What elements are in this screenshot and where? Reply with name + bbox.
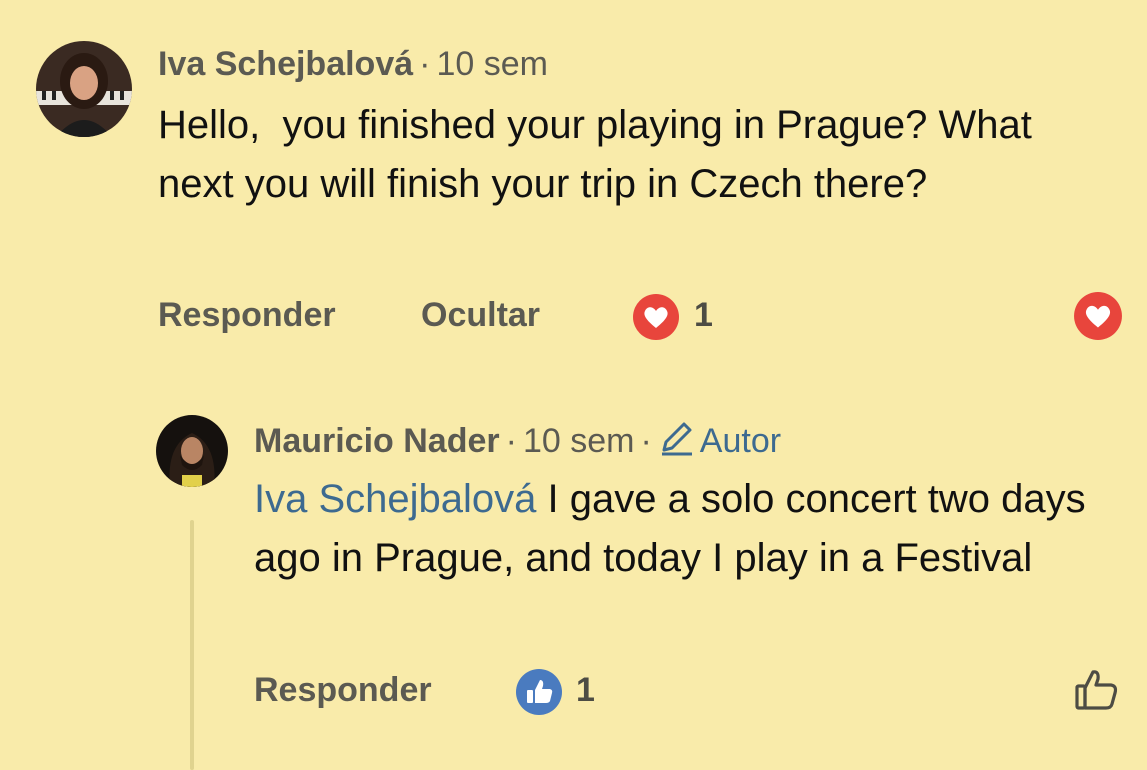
avatar[interactable] xyxy=(36,41,132,137)
timestamp[interactable]: 10 sem xyxy=(436,45,548,83)
pencil-icon xyxy=(658,420,696,465)
mention-link[interactable]: Iva Schejbalová xyxy=(254,477,536,521)
like-reaction-icon[interactable] xyxy=(515,668,563,716)
reaction-count: 1 xyxy=(576,671,595,709)
separator-dot: · xyxy=(505,422,517,460)
separator-dot: · xyxy=(419,45,431,83)
author-name[interactable]: Iva Schejbalová xyxy=(158,45,413,83)
comment-header: Mauricio Nader · 10 sem · Autor xyxy=(254,420,781,465)
heart-reaction-icon[interactable] xyxy=(632,293,680,341)
comment-header: Iva Schejbalová · 10 sem xyxy=(158,45,548,84)
separator-dot: · xyxy=(640,422,652,460)
hide-button[interactable]: Ocultar xyxy=(421,296,540,335)
like-button-icon[interactable] xyxy=(1073,666,1121,714)
author-name[interactable]: Mauricio Nader xyxy=(254,422,500,460)
timestamp[interactable]: 10 sem xyxy=(523,422,635,460)
comment-text: Hello, you finished your playing in Prag… xyxy=(158,96,1058,214)
author-badge: Autor xyxy=(699,422,782,460)
reply-button[interactable]: Responder xyxy=(158,296,336,335)
reaction-count: 1 xyxy=(694,296,713,334)
reply-button[interactable]: Responder xyxy=(254,671,432,710)
comment-body: Hello, you finished your playing in Prag… xyxy=(158,103,1043,206)
comment-text: Iva Schejbalová I gave a solo concert tw… xyxy=(254,470,1124,588)
avatar[interactable] xyxy=(156,415,228,487)
thread-line xyxy=(190,520,194,770)
heart-react-button-icon[interactable] xyxy=(1073,291,1123,341)
